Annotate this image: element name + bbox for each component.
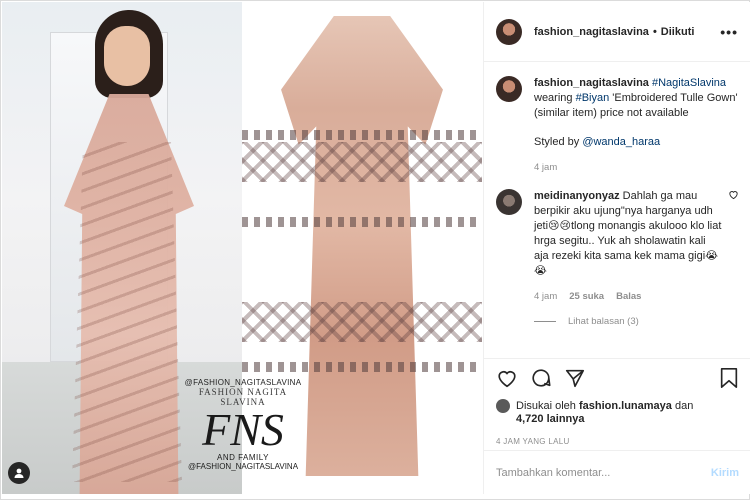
gown-waist-band [242,130,482,140]
watermark: @FASHION_NAGITASLAVINA FASHION NAGITA SL… [178,378,308,471]
comment-likes[interactable]: 25 suka [569,289,604,304]
caption: fashion_nagitaslavina #NagitaSlavina wea… [496,76,739,175]
comment-heart-icon[interactable] [722,189,739,304]
liked-by-and: dan [674,400,694,412]
hashtag-link[interactable]: #Biyan [576,92,610,104]
watermark-logo: FNS [202,404,284,455]
comment-time[interactable]: 4 jam [534,289,557,304]
gown-pattern-row [242,142,482,182]
likes-count[interactable]: 4,720 lainnya [516,413,739,425]
avatar[interactable] [496,18,522,45]
liked-by: Disukai oleh fashion.lunamaya dan [496,399,739,413]
comment-icon[interactable] [530,367,552,389]
liked-by-user[interactable]: fashion.lunamaya [579,400,672,412]
watermark-handle-bottom: @FASHION_NAGITASLAVINA [187,462,299,471]
gown-pattern-row [242,302,482,342]
post-actions: Disukai oleh fashion.lunamaya dan 4,720 … [484,358,750,454]
avatar[interactable] [496,189,522,215]
comment-composer: Kirim [484,450,750,494]
user-icon[interactable] [8,462,30,484]
following-button[interactable]: Diikuti [661,26,695,38]
heart-icon[interactable] [496,367,518,389]
mention-link[interactable]: @wanda_haraa [582,136,660,148]
comment-username[interactable]: meidinanyonyaz [534,190,620,202]
bookmark-icon[interactable] [719,367,739,389]
gown-pattern-band [242,217,482,227]
view-replies-label[interactable]: Lihat balasan (3) [568,316,639,327]
comments-list[interactable]: fashion_nagitaslavina #NagitaSlavina wea… [484,62,750,358]
comment-item: meidinanyonyaz Dahlah ga mau berpikir ak… [496,189,739,304]
post-comment-button[interactable]: Kirim [711,467,739,479]
action-icons [496,367,739,389]
post-header: fashion_nagitaslavina • Diikuti ••• [484,2,750,62]
comment-input[interactable] [496,466,711,479]
gown-pattern-band [242,362,482,372]
liked-by-prefix: Disukai oleh [516,400,576,412]
styled-by: Styled by @wanda_haraa [534,135,739,150]
worn-gown-embroidery [72,142,182,482]
reply-button[interactable]: Balas [616,289,641,304]
watermark-family: AND FAMILY [217,453,269,462]
comment-meta: 4 jam 25 suka Balas [534,289,722,304]
post-image[interactable]: @FASHION_NAGITASLAVINA FASHION NAGITA SL… [2,2,482,494]
header-username-text[interactable]: fashion_nagitaslavina [534,26,649,38]
view-replies-button[interactable]: Lihat balasan (3) [534,316,739,327]
caption-text: fashion_nagitaslavina #NagitaSlavina wea… [534,76,739,121]
post-side-panel: fashion_nagitaslavina • Diikuti ••• fashio… [483,2,750,494]
instagram-post-window: @FASHION_NAGITASLAVINA FASHION NAGITA SL… [0,0,750,500]
styled-by-prefix: Styled by [534,136,580,148]
share-icon[interactable] [564,367,586,389]
avatar[interactable] [496,76,522,102]
caption-body: fashion_nagitaslavina #NagitaSlavina wea… [534,76,739,175]
post-timestamp[interactable]: 4 JAM YANG LALU [496,437,739,446]
separator-dot: • [652,25,657,38]
hashtag-link[interactable]: #NagitaSlavina [652,77,726,89]
caption-meta: 4 jam [534,160,739,175]
more-icon[interactable]: ••• [720,24,738,40]
caption-time[interactable]: 4 jam [534,160,557,175]
comment-text: Dahlah ga mau berpikir aku ujung"nya har… [534,190,722,277]
replies-line [534,321,556,322]
person-face [104,26,150,86]
caption-text-1: wearing [534,92,573,104]
watermark-handle-top: @FASHION_NAGITASLAVINA [184,378,302,387]
comment-body: meidinanyonyaz Dahlah ga mau berpikir ak… [534,189,722,304]
avatar[interactable] [496,399,510,413]
header-username[interactable]: fashion_nagitaslavina • Diikuti [534,26,694,38]
caption-username[interactable]: fashion_nagitaslavina [534,77,649,89]
